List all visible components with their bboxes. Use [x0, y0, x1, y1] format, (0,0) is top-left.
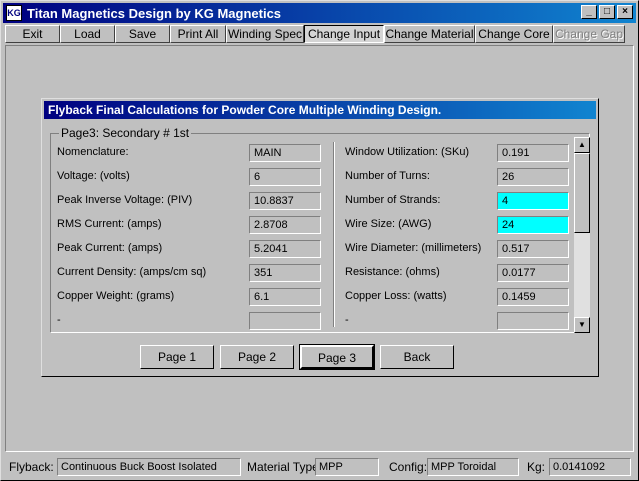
- scroll-up-icon[interactable]: ▲: [574, 137, 590, 153]
- window-utilization-label: Window Utilization: (SKu): [345, 146, 470, 158]
- toolbar: Exit Load Save Print All Winding Spec Ch…: [5, 25, 635, 43]
- kg-label: Kg:: [527, 460, 546, 474]
- print-all-button[interactable]: Print All: [170, 25, 226, 43]
- voltage-field[interactable]: 6: [249, 168, 321, 186]
- rms-current-label: RMS Current: (amps): [57, 218, 162, 230]
- maximize-icon[interactable]: □: [599, 5, 615, 19]
- peak-current-field[interactable]: 5.2041: [249, 240, 321, 258]
- save-button[interactable]: Save: [115, 25, 170, 43]
- piv-label: Peak Inverse Voltage: (PIV): [57, 194, 193, 206]
- minimize-icon[interactable]: _: [581, 5, 597, 19]
- empty-left-field[interactable]: [249, 312, 321, 330]
- calculations-dialog: Flyback Final Calculations for Powder Co…: [41, 98, 599, 377]
- piv-field[interactable]: 10.8837: [249, 192, 321, 210]
- exit-button[interactable]: Exit: [5, 25, 60, 43]
- dialog-title[interactable]: Flyback Final Calculations for Powder Co…: [44, 101, 596, 119]
- peak-current-label: Peak Current: (amps): [57, 242, 163, 254]
- copper-weight-field[interactable]: 6.1: [249, 288, 321, 306]
- page-1-button[interactable]: Page 1: [140, 345, 214, 369]
- wire-diameter-label: Wire Diameter: (millimeters): [345, 242, 482, 254]
- number-of-turns-field[interactable]: 26: [497, 168, 569, 186]
- empty-right-field[interactable]: [497, 312, 569, 330]
- load-button[interactable]: Load: [60, 25, 115, 43]
- window-utilization-field[interactable]: 0.191: [497, 144, 569, 162]
- copper-weight-label: Copper Weight: (grams): [57, 290, 175, 302]
- wire-diameter-field[interactable]: 0.517: [497, 240, 569, 258]
- flyback-label: Flyback:: [9, 460, 54, 474]
- nomenclature-field[interactable]: MAIN: [249, 144, 321, 162]
- status-bar: Flyback: Continuous Buck Boost Isolated …: [5, 457, 635, 477]
- voltage-label: Voltage: (volts): [57, 170, 130, 182]
- current-density-label: Current Density: (amps/cm sq): [57, 266, 207, 278]
- material-type-label: Material Type:: [247, 460, 323, 474]
- config-value: MPP Toroidal: [427, 458, 519, 476]
- nomenclature-label: Nomenclature:: [57, 146, 129, 158]
- title-bar[interactable]: KG Titan Magnetics Design by KG Magnetic…: [3, 3, 636, 23]
- kg-value: 0.0141092: [549, 458, 631, 476]
- number-of-strands-field[interactable]: 4: [497, 192, 569, 210]
- close-icon[interactable]: ×: [617, 5, 633, 19]
- change-gap-button: Change Gap: [553, 25, 625, 43]
- back-button[interactable]: Back: [380, 345, 454, 369]
- secondary-group: Page3: Secondary # 1st Nomenclature: MAI…: [50, 126, 590, 333]
- scroll-down-icon[interactable]: ▼: [574, 317, 590, 333]
- number-of-turns-label: Number of Turns:: [345, 170, 430, 182]
- empty-left-label: -: [57, 314, 61, 326]
- column-divider: [333, 142, 335, 327]
- window-title: Titan Magnetics Design by KG Magnetics: [27, 5, 282, 21]
- copper-loss-label: Copper Loss: (watts): [345, 290, 447, 302]
- current-density-field[interactable]: 351: [249, 264, 321, 282]
- window-controls: _ □ ×: [581, 5, 633, 19]
- wire-size-label: Wire Size: (AWG): [345, 218, 432, 230]
- number-of-strands-label: Number of Strands:: [345, 194, 441, 206]
- scroll-thumb[interactable]: [574, 153, 590, 233]
- change-material-button[interactable]: Change Material: [384, 25, 475, 43]
- vertical-scrollbar[interactable]: ▲ ▼: [574, 137, 590, 333]
- page-2-button[interactable]: Page 2: [220, 345, 294, 369]
- main-window: KG Titan Magnetics Design by KG Magnetic…: [0, 0, 639, 481]
- flyback-value: Continuous Buck Boost Isolated: [57, 458, 241, 476]
- winding-spec-button[interactable]: Winding Spec: [226, 25, 304, 43]
- change-input-button[interactable]: Change Input: [304, 25, 384, 43]
- config-label: Config:: [389, 460, 428, 474]
- copper-loss-field[interactable]: 0.1459: [497, 288, 569, 306]
- material-type-value: MPP: [315, 458, 379, 476]
- app-icon[interactable]: KG: [6, 5, 22, 21]
- change-core-button[interactable]: Change Core: [475, 25, 553, 43]
- empty-right-label: -: [345, 314, 349, 326]
- group-label: Page3: Secondary # 1st: [59, 126, 192, 140]
- resistance-label: Resistance: (ohms): [345, 266, 440, 278]
- rms-current-field[interactable]: 2.8708: [249, 216, 321, 234]
- wire-size-field[interactable]: 24: [497, 216, 569, 234]
- page-3-button[interactable]: Page 3: [299, 344, 375, 370]
- resistance-field[interactable]: 0.0177: [497, 264, 569, 282]
